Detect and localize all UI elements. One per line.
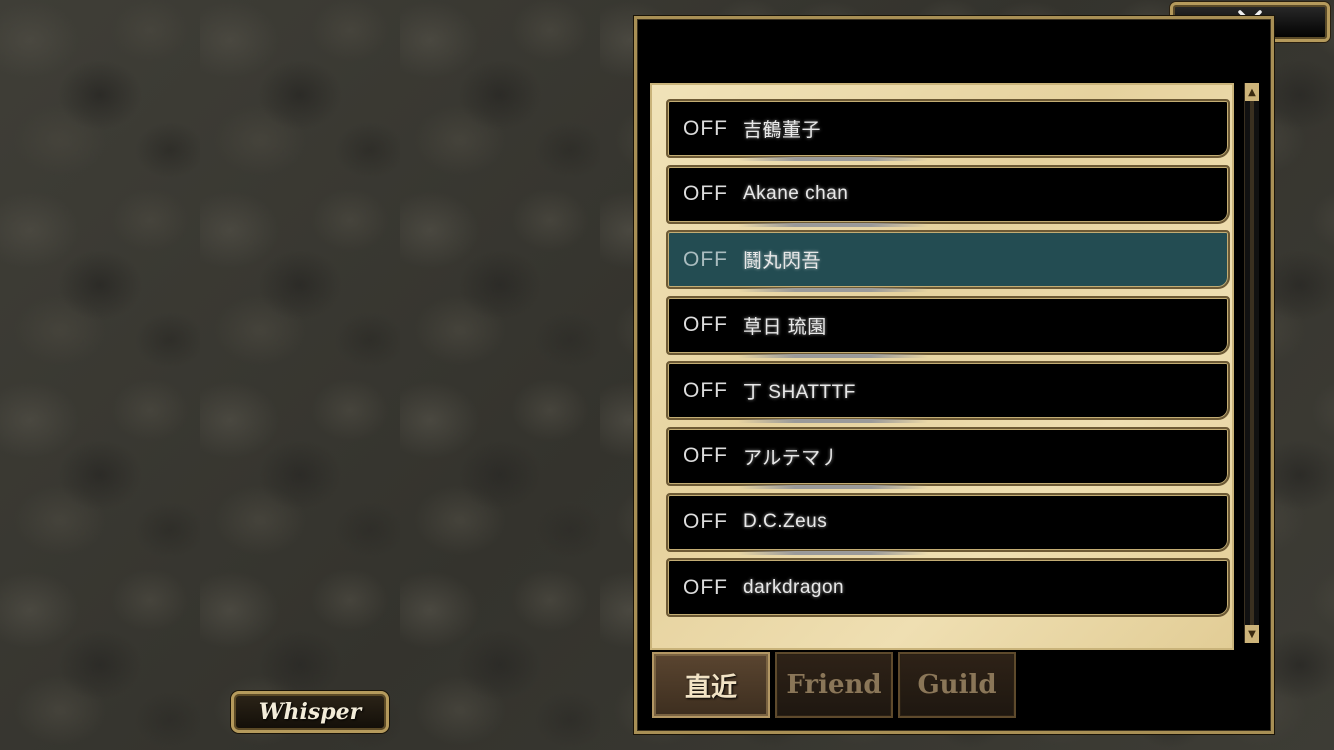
player-name: 草日 琉園	[743, 316, 827, 338]
online-status: OFF	[683, 378, 728, 402]
list-scrollbar[interactable]: ▲ ▼	[1244, 83, 1259, 643]
player-row[interactable]: OFF darkdragon	[666, 558, 1230, 618]
online-status: OFF	[683, 247, 728, 271]
online-status: OFF	[683, 575, 728, 599]
whisper-button[interactable]: Whisper	[231, 691, 389, 733]
player-name: darkdragon	[743, 576, 845, 598]
player-row[interactable]: OFF 草日 琉園	[666, 295, 1230, 358]
online-status: OFF	[683, 116, 728, 140]
tab-friend[interactable]: Friend	[775, 652, 893, 718]
tab-guild[interactable]: Guild	[898, 652, 1016, 718]
player-name: Akane chan	[743, 183, 849, 205]
online-status: OFF	[683, 510, 728, 534]
player-row[interactable]: OFF Akane chan	[666, 164, 1230, 227]
player-list-panel: OFF 吉鶴董子 OFF Akane chan OFF 鬪丸閃吾 OFF 草日 …	[634, 16, 1274, 734]
player-name: 吉鶴董子	[743, 120, 822, 141]
player-name: D.C.Zeus	[743, 511, 828, 533]
player-row-selected[interactable]: OFF 鬪丸閃吾	[666, 230, 1230, 293]
player-name: アルテマ丿	[743, 447, 841, 469]
list-tabs: 直近 Friend Guild	[652, 652, 1016, 720]
player-list-frame: OFF 吉鶴董子 OFF Akane chan OFF 鬪丸閃吾 OFF 草日 …	[650, 83, 1234, 650]
player-row[interactable]: OFF アルテマ丿	[666, 426, 1230, 489]
player-list[interactable]: OFF 吉鶴董子 OFF Akane chan OFF 鬪丸閃吾 OFF 草日 …	[666, 99, 1230, 624]
scroll-up-arrow-icon[interactable]: ▲	[1245, 83, 1259, 101]
player-row[interactable]: OFF 丁 SHATTTF	[666, 361, 1230, 424]
player-row[interactable]: OFF 吉鶴董子	[666, 99, 1230, 161]
online-status: OFF	[683, 182, 728, 206]
online-status: OFF	[683, 444, 728, 468]
scroll-track[interactable]	[1250, 101, 1254, 625]
player-row[interactable]: OFF D.C.Zeus	[666, 492, 1230, 555]
player-name: 鬪丸閃吾	[743, 251, 822, 273]
online-status: OFF	[683, 313, 728, 337]
tab-recent[interactable]: 直近	[652, 652, 770, 718]
player-name: 丁 SHATTTF	[743, 382, 856, 404]
scroll-down-arrow-icon[interactable]: ▼	[1245, 625, 1259, 643]
